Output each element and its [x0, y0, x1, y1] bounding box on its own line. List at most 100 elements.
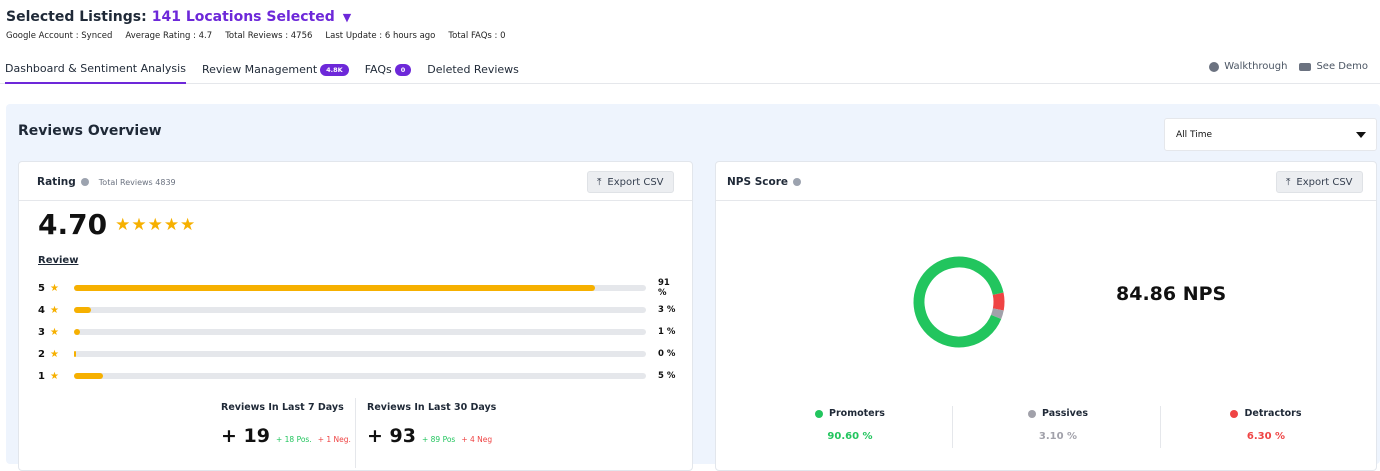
- star-icon: ★: [50, 326, 59, 338]
- upload-icon: ⤒: [597, 176, 602, 188]
- top-actions: Walkthrough See Demo: [1209, 61, 1380, 72]
- export-csv-button[interactable]: ⤒ Export CSV: [1276, 171, 1363, 193]
- meta-total-reviews: Total Reviews : 4756: [225, 31, 313, 41]
- reviews-last-7-days: Reviews In Last 7 Days + 19 + 18 Pos. + …: [221, 402, 351, 447]
- meta-last-update: Last Update : 6 hours ago: [325, 31, 436, 41]
- legend-value: 3.10 %: [1038, 431, 1078, 442]
- legend-value: 6.30 %: [1246, 431, 1286, 442]
- nps-legend-detractors: Detractors 6.30 %: [1162, 408, 1370, 442]
- meta-average-rating: Average Rating : 4.7: [125, 31, 213, 41]
- average-rating: 4.70 ★★★★★: [38, 208, 196, 241]
- count-badge: 4.8K: [320, 63, 349, 76]
- nps-title: NPS Score: [727, 176, 802, 188]
- chevron-down-icon[interactable]: ▼: [343, 11, 351, 24]
- tab-label: Dashboard & Sentiment Analysis: [5, 62, 186, 75]
- last7-negative: + 1 Neg.: [317, 435, 351, 444]
- last7-value: + 19: [221, 425, 270, 447]
- see-demo-button[interactable]: See Demo: [1299, 61, 1368, 72]
- rating-card-header: Rating Total Reviews 4839 ⤒ Export CSV: [19, 162, 692, 201]
- rating-bar-fill: [74, 285, 595, 291]
- meta-google-account: Google Account : Synced: [6, 31, 113, 41]
- page-title: Reviews Overview: [18, 123, 162, 139]
- rating-bar-fill: [74, 351, 77, 357]
- tab-review-management[interactable]: Review Management 4.8K: [202, 61, 349, 84]
- meta-total-faqs: Total FAQs : 0: [448, 31, 506, 41]
- rating-title-text: Rating: [37, 176, 76, 188]
- video-icon: [1299, 62, 1312, 71]
- rating-bar-track: [74, 285, 646, 291]
- legend-label: Promoters: [829, 408, 885, 419]
- star-level-label: 4: [38, 304, 45, 316]
- average-rating-value: 4.70: [38, 208, 108, 241]
- time-range-value: All Time: [1176, 129, 1213, 140]
- rating-bar-percent: 91 %: [658, 278, 670, 298]
- rating-title: Rating Total Reviews 4839: [37, 176, 176, 188]
- rating-card: Rating Total Reviews 4839 ⤒ Export CSV 4…: [18, 161, 693, 471]
- time-range-select[interactable]: All Time: [1164, 118, 1377, 151]
- last30-title: Reviews In Last 30 Days: [367, 402, 497, 413]
- legend-dot: [1230, 409, 1239, 418]
- rating-bar-track: [74, 307, 646, 313]
- rating-bar-percent: 3 %: [658, 305, 676, 315]
- last7-positive: + 18 Pos.: [275, 435, 312, 444]
- reviews-last-30-days: Reviews In Last 30 Days + 93 + 89 Pos + …: [367, 402, 496, 447]
- nps-card-header: NPS Score ⤒ Export CSV: [716, 162, 1376, 201]
- rating-bar-fill: [74, 373, 103, 379]
- info-icon[interactable]: [80, 178, 89, 186]
- star-icon: ★: [50, 282, 59, 294]
- review-label: Review: [38, 255, 79, 266]
- top-bar: Selected Listings: 141 Locations Selecte…: [0, 0, 1380, 84]
- count-badge: 0: [394, 63, 412, 76]
- star-icon: ★: [50, 348, 59, 360]
- rating-bar-fill: [74, 329, 80, 335]
- rating-bar-track: [74, 351, 646, 357]
- last7-title: Reviews In Last 7 Days: [221, 402, 344, 413]
- donut-slice-promoters: [913, 256, 1005, 348]
- tab-bar: Dashboard & Sentiment Analysis Review Ma…: [5, 61, 535, 84]
- see-demo-label: See Demo: [1316, 61, 1368, 72]
- star-icon: ★: [50, 304, 59, 316]
- nps-title-text: NPS Score: [727, 176, 789, 188]
- account-meta: Google Account : Synced Average Rating :…: [6, 31, 519, 41]
- export-label: Export CSV: [607, 176, 664, 188]
- last30-negative: + 4 Neg: [461, 435, 493, 444]
- rating-bar-track: [74, 329, 646, 335]
- star-level-label: 1: [38, 370, 45, 382]
- donut-slice-detractors: [913, 256, 1005, 348]
- donut-slice-passives: [913, 256, 1005, 348]
- nps-legend-promoters: Promoters 90.60 %: [746, 408, 954, 442]
- nps-value: 84.86 NPS: [1116, 283, 1227, 305]
- star-level-label: 5: [38, 282, 45, 294]
- rating-bar-percent: 5 %: [658, 371, 676, 381]
- info-icon[interactable]: [793, 178, 802, 186]
- rating-bar-row: 1 ★ 5 %: [38, 370, 678, 382]
- reviews-overview-panel: Reviews Overview All Time Rating Total R…: [6, 104, 1380, 471]
- walkthrough-label: Walkthrough: [1224, 61, 1288, 72]
- divider: [355, 398, 356, 468]
- locations-selected[interactable]: 141 Locations Selected: [152, 9, 335, 25]
- tab-faqs[interactable]: FAQs 0: [365, 61, 412, 84]
- divider: [952, 406, 953, 448]
- export-label: Export CSV: [1296, 176, 1353, 188]
- rating-bar-row: 2 ★ 0 %: [38, 348, 678, 360]
- listing-title-prefix: Selected Listings:: [6, 9, 147, 25]
- rating-bar-row: 5 ★ 91 %: [38, 278, 678, 298]
- caret-down-icon: [1356, 132, 1366, 138]
- rating-bar-percent: 0 %: [658, 349, 676, 359]
- legend-dot: [1028, 409, 1036, 418]
- listing-selector[interactable]: Selected Listings: 141 Locations Selecte…: [6, 9, 351, 25]
- legend-label: Detractors: [1244, 408, 1302, 419]
- rating-bar-percent: 1 %: [658, 327, 676, 337]
- tab-deleted-reviews[interactable]: Deleted Reviews: [427, 61, 519, 84]
- tab-label: Review Management: [201, 63, 318, 76]
- tab-dashboard[interactable]: Dashboard & Sentiment Analysis: [5, 61, 186, 84]
- export-csv-button[interactable]: ⤒ Export CSV: [587, 171, 674, 193]
- divider: [1160, 406, 1161, 448]
- tab-label: Deleted Reviews: [427, 63, 519, 76]
- star-rating-icon: ★★★★★: [115, 214, 197, 235]
- legend-value: 90.60 %: [827, 431, 873, 442]
- star-icon: ★: [50, 370, 59, 382]
- nps-card: NPS Score ⤒ Export CSV 84.86 NPS Promote…: [715, 161, 1377, 471]
- last30-value: + 93: [367, 425, 416, 447]
- walkthrough-button[interactable]: Walkthrough: [1209, 61, 1287, 72]
